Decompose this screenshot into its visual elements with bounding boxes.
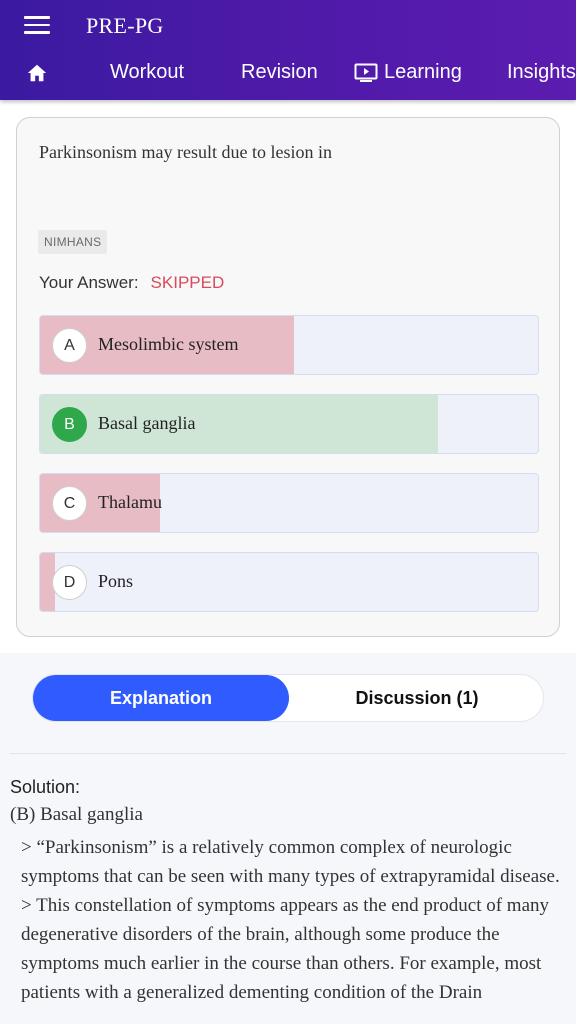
divider — [10, 753, 566, 754]
app-header: PRE-PG Workout Revision Learning Insight… — [0, 0, 576, 100]
option-a-text: Mesolimbic system — [98, 334, 239, 354]
your-answer-status: SKIPPED — [150, 273, 225, 292]
option-c-letter: C — [52, 486, 87, 521]
solution-body: > “Parkinsonism” is a relatively common … — [21, 833, 566, 1007]
nav-insights[interactable]: Insights — [507, 61, 576, 84]
option-a-letter: A — [52, 328, 87, 363]
option-d-letter: D — [52, 565, 87, 600]
option-c[interactable]: C Thalamu — [39, 473, 539, 533]
tab-explanation[interactable]: Explanation — [33, 675, 289, 721]
solution-answer: (B) Basal ganglia — [10, 804, 143, 825]
option-b-letter: B — [52, 407, 87, 442]
explanation-section: Explanation Discussion (1) Solution: (B)… — [0, 653, 576, 1024]
solution-paragraph: > This constellation of symptoms appears… — [21, 895, 550, 1003]
question-text: Parkinsonism may result due to lesion in — [39, 142, 332, 162]
app-title: PRE-PG — [86, 13, 164, 38]
option-d[interactable]: D Pons — [39, 552, 539, 612]
top-nav: Workout Revision Learning Insights — [0, 52, 576, 96]
home-icon[interactable] — [26, 62, 48, 84]
solution-title: Solution: — [10, 777, 81, 797]
nav-revision[interactable]: Revision — [241, 61, 318, 84]
option-c-text: Thalamu — [98, 492, 162, 512]
nav-learning[interactable]: Learning — [354, 61, 462, 84]
play-screen-icon — [354, 63, 378, 82]
your-answer-row: Your Answer: SKIPPED — [39, 273, 224, 293]
nav-workout[interactable]: Workout — [110, 61, 184, 84]
option-b[interactable]: B Basal ganglia — [39, 394, 539, 454]
option-b-text: Basal ganglia — [98, 413, 196, 433]
tab-discussion[interactable]: Discussion (1) — [289, 675, 545, 721]
source-tag: NIMHANS — [38, 230, 108, 254]
option-a[interactable]: A Mesolimbic system — [39, 315, 539, 375]
nav-learning-label: Learning — [384, 61, 462, 83]
tab-switcher: Explanation Discussion (1) — [32, 674, 544, 722]
your-answer-label: Your Answer: — [39, 273, 139, 292]
question-card: Parkinsonism may result due to lesion in… — [16, 117, 560, 637]
option-d-text: Pons — [98, 571, 134, 591]
solution-paragraph: > “Parkinsonism” is a relatively common … — [21, 837, 560, 887]
hamburger-menu-icon[interactable] — [24, 16, 50, 36]
